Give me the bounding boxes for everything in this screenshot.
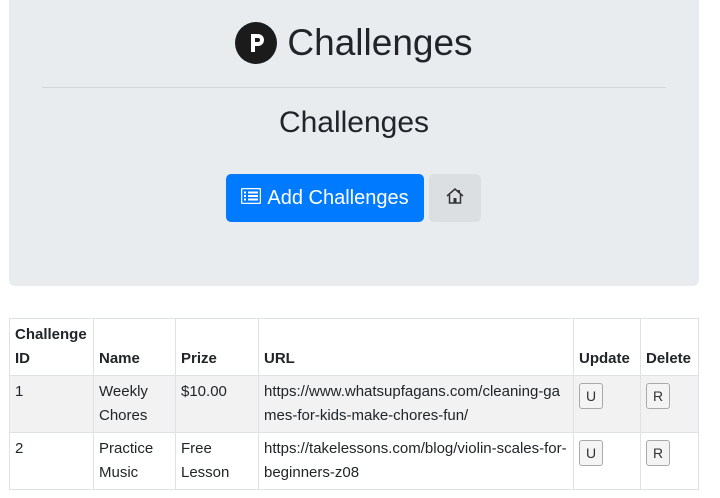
cell-prize: $10.00 [175,375,259,433]
cell-update: U [573,432,641,490]
cell-url: https://www.whatsupfagans.com/cleaning-g… [258,375,574,433]
section-heading: Challenges [278,106,430,139]
delete-button[interactable]: R [646,440,670,466]
list-icon [241,187,262,210]
divider [42,87,666,88]
home-button[interactable] [429,174,481,222]
cell-id: 2 [9,432,94,490]
cell-name: Weekly Chores [93,375,176,433]
table-row: 2 Practice Music Free Lesson https://tak… [9,432,699,490]
add-challenges-button[interactable]: Add Challenges [226,174,424,222]
column-header-update: Update [573,318,641,376]
cell-prize: Free Lesson [175,432,259,490]
jumbotron: Challenges Challenges Add Challenges [9,0,699,286]
update-button[interactable]: U [579,440,603,466]
add-challenges-label: Add Challenges [267,186,409,209]
home-icon [446,187,464,209]
cell-id: 1 [9,375,94,433]
brand-header: Challenges [9,22,699,64]
table-header-row: Challenge ID Name Prize URL Update Delet… [9,318,699,376]
cell-delete: R [640,375,699,433]
page-title: Challenges [287,22,473,63]
column-header-url: URL [258,318,574,376]
cell-delete: R [640,432,699,490]
cell-url: https://takelessons.com/blog/violin-scal… [258,432,574,490]
challenges-table: Challenge ID Name Prize URL Update Delet… [9,318,699,490]
column-header-prize: Prize [175,318,259,376]
column-header-delete: Delete [640,318,699,376]
p-logo-icon [235,22,278,64]
cell-update: U [573,375,641,433]
update-button[interactable]: U [579,383,603,409]
column-header-name: Name [93,318,176,376]
column-header-id: Challenge ID [9,318,94,376]
delete-button[interactable]: R [646,383,670,409]
table-row: 1 Weekly Chores $10.00 https://www.whats… [9,375,699,433]
cell-name: Practice Music [93,432,176,490]
